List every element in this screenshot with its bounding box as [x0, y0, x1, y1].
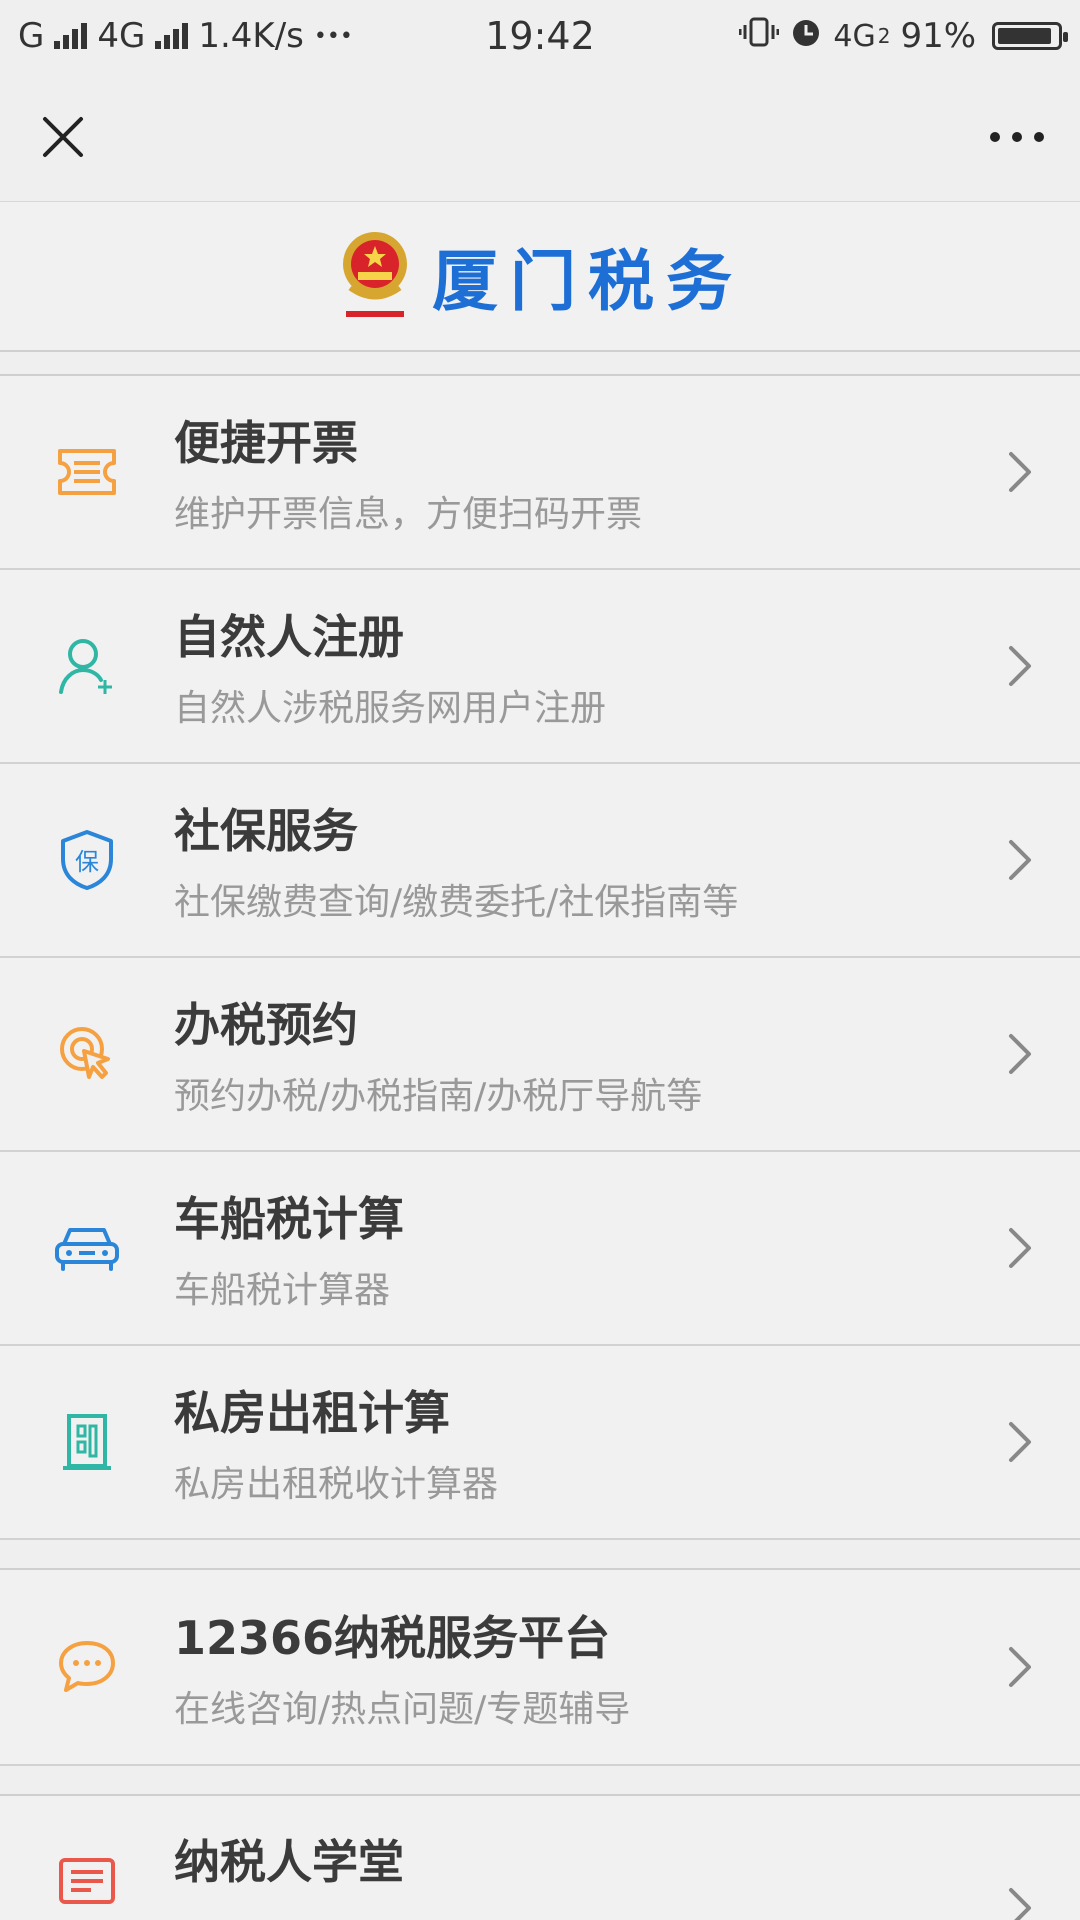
click-icon: [0, 1025, 174, 1083]
item-title: 社保服务: [174, 804, 358, 858]
chevron-right-icon: [960, 1420, 1080, 1464]
emblem-logo-icon: [343, 232, 407, 317]
status-left: G 4G 1.4K/s •••: [18, 16, 485, 56]
item-title: 12366纳税服务平台: [174, 1611, 611, 1665]
user-add-icon: [0, 636, 174, 696]
close-icon: [43, 116, 83, 157]
chevron-right-icon: [960, 644, 1080, 688]
nav-bar: [0, 72, 1080, 202]
chevron-right-icon: [960, 450, 1080, 494]
status-more: •••: [313, 23, 353, 49]
battery-icon: [992, 22, 1069, 50]
chevron-right-icon: [960, 1826, 1080, 1920]
vibrate-icon: [738, 15, 780, 58]
item-title: 车船税计算: [174, 1192, 404, 1246]
app-screen: G 4G 1.4K/s ••• 19:42 4G 2 91% 厦门税务 便捷开票…: [0, 0, 1080, 1920]
status-bar: G 4G 1.4K/s ••• 19:42 4G 2 91%: [0, 0, 1080, 72]
item-title: 办税预约: [174, 998, 358, 1052]
battery-fill: [998, 28, 1052, 44]
item-title: 便捷开票: [174, 416, 358, 470]
list-item-invoice[interactable]: 便捷开票 维护开票信息，方便扫码开票: [0, 376, 1080, 570]
list-item-appointment[interactable]: 办税预约 预约办税/办税指南/办税厅导航等: [0, 958, 1080, 1152]
alarm-icon: [789, 15, 823, 58]
close-button[interactable]: [28, 102, 98, 172]
status-time: 19:42: [485, 14, 595, 58]
item-title: 自然人注册: [174, 610, 404, 664]
chat-icon: [0, 1639, 174, 1695]
section-gap: [0, 352, 1080, 376]
more-horizontal-icon: [990, 131, 1044, 142]
section-gap: [0, 1540, 1080, 1570]
shield-icon: 保: [0, 829, 174, 891]
brand-header: 厦门税务: [0, 202, 1080, 352]
list-item-rental-tax[interactable]: 私房出租计算 私房出租税收计算器: [0, 1346, 1080, 1540]
shield-icon-label: 保: [75, 848, 99, 876]
section-gap: [0, 1766, 1080, 1796]
service-list-2: 12366纳税服务平台 在线咨询/热点问题/专题辅导: [0, 1570, 1080, 1766]
chevron-right-icon: [960, 838, 1080, 882]
ticket-icon: [0, 447, 174, 497]
list-item-registration[interactable]: 自然人注册 自然人涉税服务网用户注册: [0, 570, 1080, 764]
brand-title: 厦门税务: [432, 243, 744, 320]
list-item-social-security[interactable]: 保 社保服务 社保缴费查询/缴费委托/社保指南等: [0, 764, 1080, 958]
chevron-right-icon: [960, 1226, 1080, 1270]
status-g: G: [18, 16, 45, 56]
building-icon: [0, 1412, 174, 1472]
status-4g: 4G: [97, 16, 146, 56]
chevron-right-icon: [960, 1645, 1080, 1689]
chevron-right-icon: [960, 1032, 1080, 1076]
item-desc: 车船税计算器: [174, 1270, 391, 1311]
item-desc: 社保缴费查询/缴费委托/社保指南等: [174, 882, 739, 923]
item-title: 私房出租计算: [174, 1386, 450, 1440]
service-list-3: 纳税人学堂: [0, 1796, 1080, 1920]
service-list: 便捷开票 维护开票信息，方便扫码开票 自然人注册 自然人涉税服务网用户注册 保: [0, 376, 1080, 1540]
status-right: 4G 2 91%: [595, 15, 1069, 58]
car-icon: [0, 1224, 174, 1272]
battery-percent: 91%: [900, 16, 977, 56]
list-item-12366[interactable]: 12366纳税服务平台 在线咨询/热点问题/专题辅导: [0, 1570, 1080, 1766]
status-speed: 1.4K/s: [198, 16, 304, 56]
item-desc: 自然人涉税服务网用户注册: [174, 688, 607, 729]
item-desc: 在线咨询/热点问题/专题辅导: [174, 1689, 631, 1730]
item-desc: 预约办税/办税指南/办税厅导航等: [174, 1076, 703, 1117]
status-network-sub: 2: [877, 24, 891, 48]
signal-icon: [54, 23, 88, 49]
signal-icon-2: [155, 23, 189, 49]
item-desc: 维护开票信息，方便扫码开票: [174, 494, 643, 535]
list-item-vehicle-tax[interactable]: 车船税计算 车船税计算器: [0, 1152, 1080, 1346]
list-item-classroom[interactable]: 纳税人学堂: [0, 1796, 1080, 1920]
item-title: 纳税人学堂: [174, 1835, 404, 1889]
document-icon: [0, 1826, 174, 1906]
item-desc: 私房出租税收计算器: [174, 1464, 499, 1505]
status-network: 4G: [833, 18, 876, 54]
more-button[interactable]: [982, 102, 1052, 172]
